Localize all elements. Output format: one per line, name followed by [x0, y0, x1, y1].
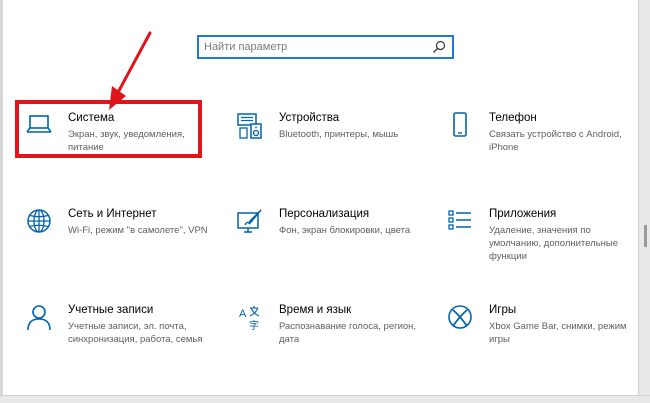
tile-network[interactable]: Сеть и Интернет Wi-Fi, режим "в самолете…: [25, 208, 215, 270]
tile-description: Удаление, значения по умолчанию, дополни…: [489, 225, 618, 262]
svg-text:字: 字: [249, 319, 259, 332]
tile-description: Распознавание голоса, регион, дата: [279, 321, 417, 345]
personalization-icon: [237, 209, 262, 233]
tile-description: Связать устройство с Android, iPhone: [489, 129, 622, 153]
tile-description: Bluetooth, принтеры, мышь: [279, 129, 399, 140]
svg-text:A: A: [239, 308, 247, 320]
time-language-icon: A 字: [239, 306, 260, 332]
tile-title: Устройства: [279, 112, 340, 124]
tile-accounts[interactable]: Учетные записи Учетные записи, эл. почта…: [25, 304, 215, 366]
annotation-arrow: [109, 31, 152, 110]
tile-devices[interactable]: Устройства Bluetooth, принтеры, мышь: [236, 112, 426, 174]
tile-title: Телефон: [489, 112, 537, 124]
tile-phone[interactable]: Телефон Связать устройство с Android, iP…: [446, 112, 636, 174]
tile-title: Учетные записи: [68, 304, 154, 316]
search-icon[interactable]: [432, 40, 446, 54]
globe-icon: [27, 209, 51, 233]
xbox-icon: [448, 305, 472, 329]
annotation-highlight-box: [15, 100, 202, 158]
window-left-edge: [0, 0, 3, 403]
tile-personalization[interactable]: Персонализация Фон, экран блокировки, цв…: [236, 208, 426, 270]
apps-list-icon: [448, 210, 471, 230]
tile-title: Персонализация: [279, 208, 370, 220]
person-icon: [27, 305, 51, 331]
phone-icon: [453, 112, 467, 137]
tile-title: Приложения: [489, 208, 557, 220]
settings-search-box[interactable]: [197, 35, 454, 59]
vertical-scrollbar[interactable]: [638, 0, 650, 403]
window-bottom-edge: [0, 395, 650, 403]
tile-title: Сеть и Интернет: [68, 208, 157, 220]
tile-description: Фон, экран блокировки, цвета: [279, 225, 411, 236]
tile-description: Xbox Game Bar, снимки, режим игры: [489, 321, 627, 345]
devices-icon: [237, 113, 262, 139]
search-input[interactable]: [204, 39, 424, 55]
tile-title: Игры: [489, 304, 517, 316]
tile-title: Время и язык: [279, 304, 352, 316]
tile-description: Учетные записи, эл. почта, синхронизация…: [68, 321, 203, 345]
tile-gaming[interactable]: Игры Xbox Game Bar, снимки, режим игры: [446, 304, 636, 366]
tile-apps[interactable]: Приложения Удаление, значения по умолчан…: [446, 208, 636, 270]
scrollbar-thumb[interactable]: [644, 225, 647, 247]
tile-description: Wi-Fi, режим "в самолете", VPN: [68, 225, 208, 236]
tile-time-language[interactable]: A 字 Время и язык Распознавание голоса, р…: [236, 304, 426, 366]
